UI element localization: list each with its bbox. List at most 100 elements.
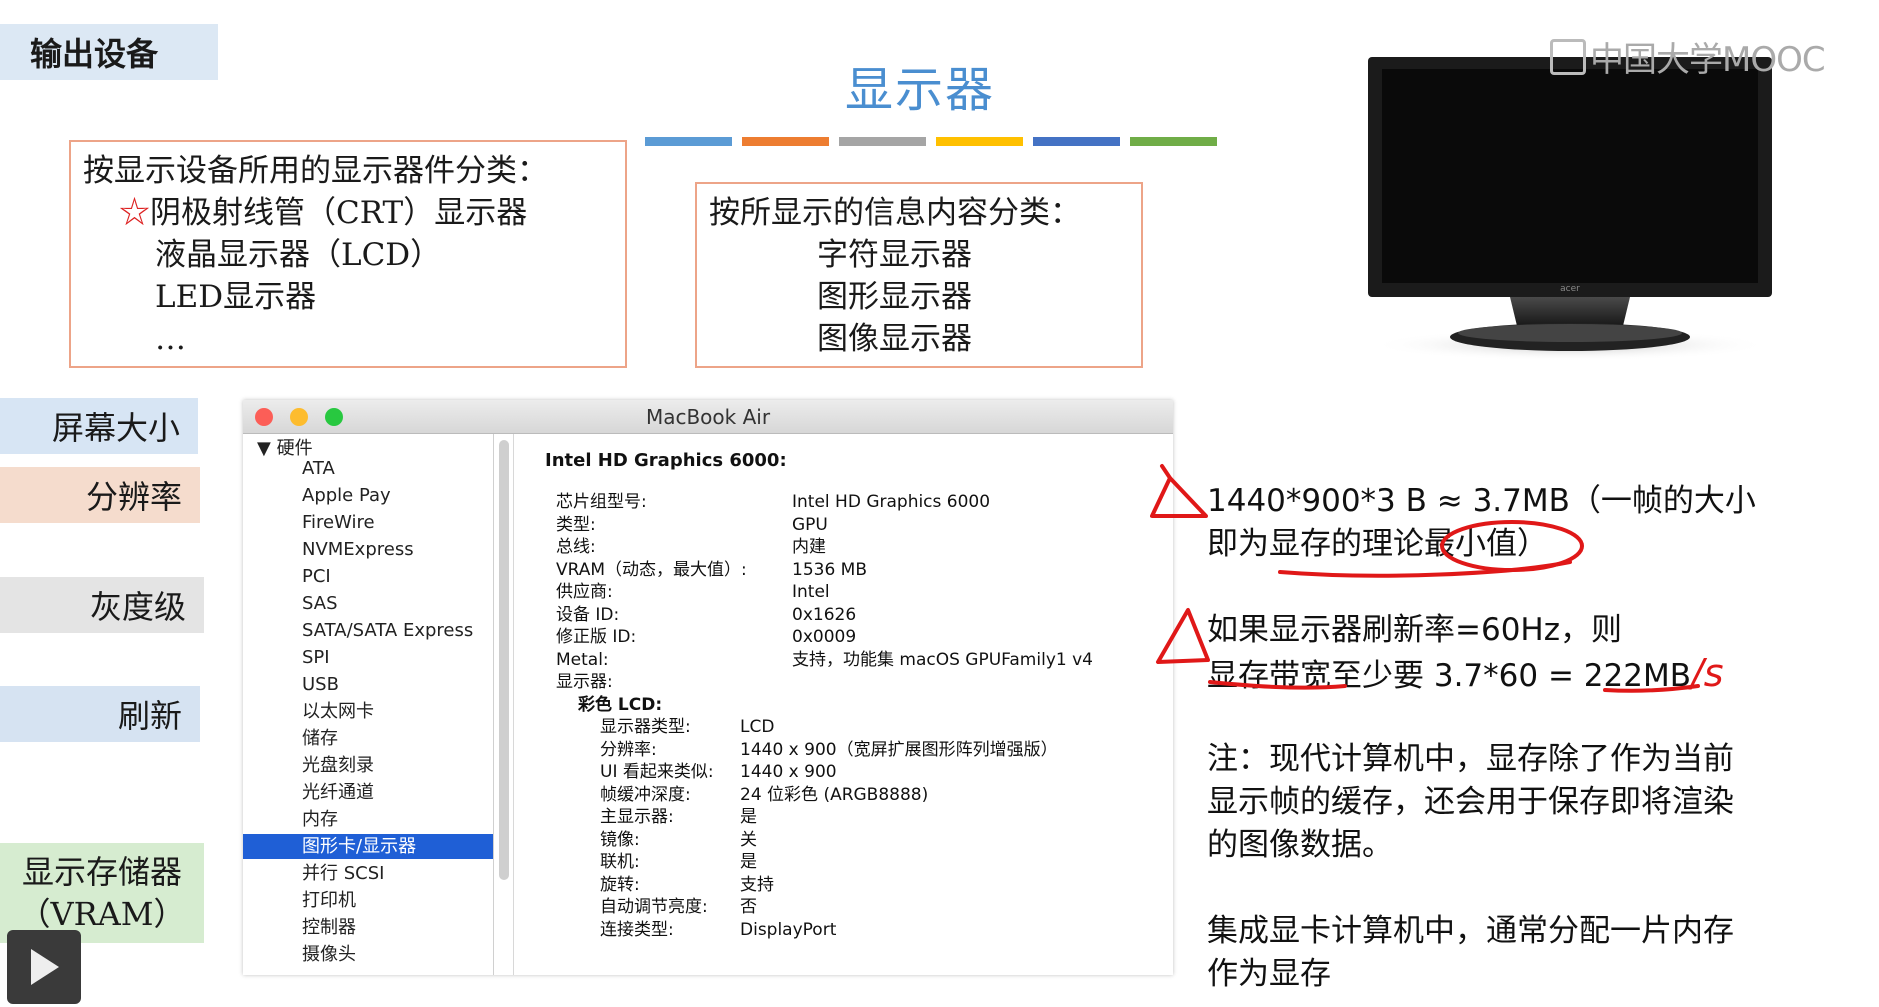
sidebar-item[interactable]: SATA/SATA Express [243,618,493,643]
window-title: MacBook Air [645,405,771,429]
detail-key: 类型: [556,514,596,535]
detail-key: 联机: [600,852,640,872]
detail-key: Metal: [556,649,609,670]
detail-key: 帧缓冲深度: [600,784,691,805]
nav-tag-screen-size[interactable]: 屏幕大小 [0,398,198,454]
classify-item: 字符显示器 [817,237,972,273]
detail-value: 0x1626 [792,604,857,625]
sidebar-item[interactable]: 摄像头 [243,942,493,967]
detail-key: 分辨率: [600,739,657,760]
play-button[interactable] [7,930,81,1004]
sidebar-item[interactable]: 内存 [243,807,493,832]
sidebar-item[interactable]: 并行 SCSI [243,861,493,886]
nav-tag-label: 刷新 [117,697,182,735]
detail-key: 总线: [556,537,596,557]
detail-key: 显示器类型: [600,717,691,737]
detail-value: LCD [740,717,775,737]
section-title-tag: 输出设备 [0,24,218,80]
classify-heading: 按所显示的信息内容分类： [709,195,1081,231]
detail-value: 1536 MB [792,559,867,580]
classify-heading: 按显示设备所用的显示器件分类： [83,153,548,189]
nav-tag-refresh[interactable]: 刷新 [0,686,200,742]
detail-key: 修正版 ID: [556,627,637,647]
detail-value: DisplayPort [740,919,837,940]
classify-item: LED显示器 [155,279,317,315]
nav-tag-resolution[interactable]: 分辨率 [0,467,200,523]
detail-value: Intel HD Graphics 6000 [792,492,991,512]
sidebar-item[interactable]: FireWire [243,510,493,535]
nav-tag-label: 分辨率 [85,478,182,516]
sidebar-item[interactable]: ATA [243,456,493,481]
classify-item: … [155,321,186,357]
note-line: 显示帧的缓存，还会用于保存即将渲染 [1207,784,1734,820]
detail-value: Intel [792,582,830,602]
mooc-logo-icon [1550,39,1586,75]
sidebar-item[interactable]: 光纤通道 [243,780,493,805]
system-info-window: MacBook Air ▼ 硬件 ATA Apple Pay FireWire NVM… [243,400,1173,975]
sidebar-item[interactable]: SAS [243,591,493,616]
detail-key: VRAM（动态，最大值）: [556,559,747,580]
detail-value: 1440 x 900 [740,762,837,782]
detail-value: 支持，功能集 macOS GPUFamily1 v4 [792,649,1093,670]
title-color-bars [645,137,1217,146]
detail-key: 显示器: [556,672,613,692]
note-integrated: 集成显卡计算机中，通常分配一片内存 作为显存 [1207,910,1734,996]
detail-value: 是 [740,807,757,827]
detail-value: 内建 [792,537,826,557]
hardware-sidebar: ▼ 硬件 ATA Apple Pay FireWire NVMExpress PCI SA… [243,434,494,975]
sidebar-item[interactable]: PCI [243,564,493,589]
note-line: 集成显卡计算机中，通常分配一片内存 [1207,913,1734,949]
underline-bandwidth [1208,680,1347,690]
title-bar-5 [1033,137,1120,146]
nav-tag-label: 灰度级 [89,588,186,626]
detail-title: Intel HD Graphics 6000: [545,450,787,471]
detail-key: 旋转: [600,874,640,895]
sidebar-item[interactable]: USB [243,672,493,697]
detail-key: 自动调节亮度: [600,897,708,917]
classify-item: 图像显示器 [817,321,972,357]
section-title: 输出设备 [30,35,159,73]
detail-value: 支持 [740,874,774,895]
sidebar-item[interactable]: 控制器 [243,915,493,940]
detail-key: 芯片组型号: [556,492,647,512]
title-bar-4 [936,137,1023,146]
sidebar-item[interactable]: Apple Pay [243,483,493,508]
sidebar-item[interactable]: 以太网卡 [243,699,493,724]
title-bar-1 [645,137,732,146]
detail-value: 关 [740,829,757,850]
detail-key: 镜像: [600,829,640,850]
window-titlebar: MacBook Air [243,400,1173,434]
classify-by-device-box: 按显示设备所用的显示器件分类： ☆阴极射线管（CRT）显示器 液晶显示器（LCD… [69,140,627,368]
triangle-mark-1 [1150,464,1208,518]
sidebar-item[interactable]: 图形卡/显示器 [243,834,493,859]
detail-value: 24 位彩色 (ARGB8888) [740,784,929,805]
nav-tag-grayscale[interactable]: 灰度级 [0,577,204,633]
note-modern: 注：现代计算机中，显存除了作为当前 显示帧的缓存，还会用于保存即将渲染 的图像数… [1207,738,1734,867]
note-line: 注：现代计算机中，显存除了作为当前 [1207,741,1734,777]
nav-tag-label: 显示存储器 [21,853,182,891]
detail-value: 是 [740,852,757,872]
detail-value: GPU [792,514,828,535]
triangle-mark-2 [1156,608,1210,664]
handwritten-annotations [1150,464,1700,693]
sidebar-item[interactable]: 光盘刻录 [243,753,493,778]
classify-by-content-box: 按所显示的信息内容分类： 字符显示器 图形显示器 图像显示器 [695,182,1143,368]
star-icon: ☆ [119,195,150,231]
detail-key: UI 看起来类似: [600,762,714,782]
sidebar-scrollbar[interactable] [499,440,509,880]
underline-min-value [1278,560,1572,578]
title-bar-2 [742,137,829,146]
sidebar-item[interactable]: 储存 [243,726,493,751]
nav-tag-label: 屏幕大小 [51,409,180,447]
sidebar-item[interactable]: NVMExpress [243,537,493,562]
classify-item-text: 阴极射线管（CRT）显示器 [150,195,528,231]
sidebar-item[interactable]: SPI [243,645,493,670]
classify-item: 液晶显示器（LCD） [155,237,442,273]
detail-value: 0x0009 [792,627,857,647]
play-icon [31,949,59,985]
underline-222mb [1603,684,1700,693]
classify-item: 图形显示器 [817,279,972,315]
mooc-text: 中国大学MOOC [1590,40,1826,80]
nav-tag-vram[interactable]: 显示存储器 （VRAM） [0,843,204,943]
sidebar-item[interactable]: 打印机 [243,888,493,913]
